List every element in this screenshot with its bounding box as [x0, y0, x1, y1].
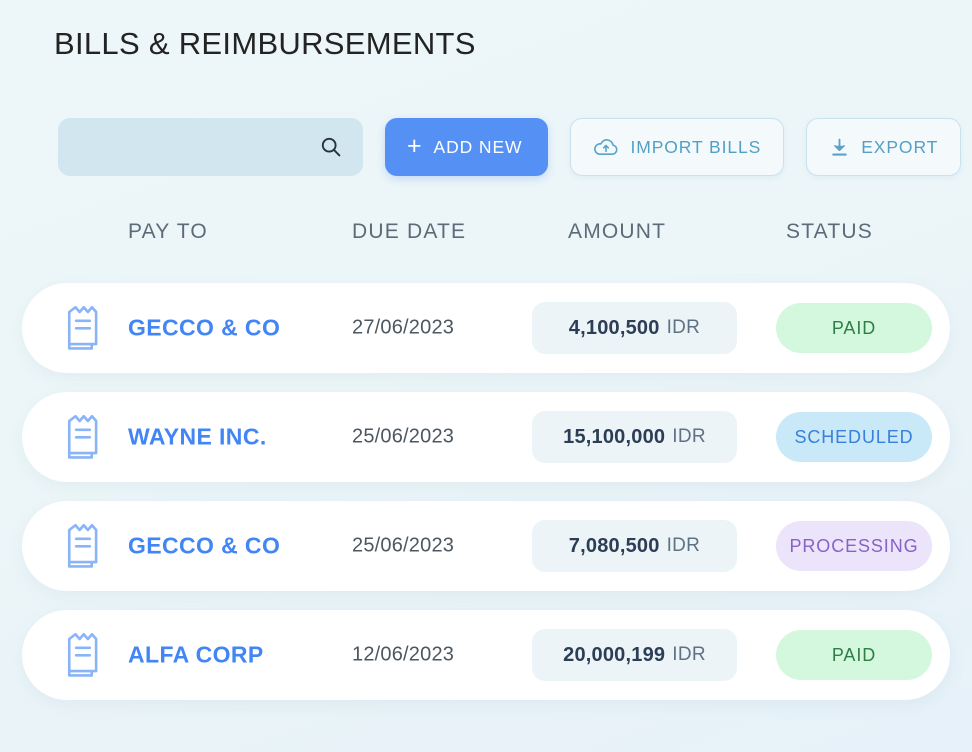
status-badge[interactable]: PROCESSING [776, 521, 932, 571]
status-badge[interactable]: SCHEDULED [776, 412, 932, 462]
search-input[interactable] [76, 118, 319, 176]
receipt-icon [61, 303, 105, 353]
import-bills-label: IMPORT BILLS [630, 136, 762, 157]
cloud-upload-icon [593, 137, 619, 157]
import-bills-button[interactable]: IMPORT BILLS [570, 118, 785, 176]
plus-icon: + [407, 131, 423, 160]
export-label: EXPORT [861, 136, 939, 157]
amount-currency: IDR [672, 644, 706, 665]
bills-page: BILLS & REIMBURSEMENTS + ADD NEW IMPORT … [0, 0, 972, 752]
column-headers: PAY TO DUE DATE AMOUNT STATUS [0, 220, 972, 260]
download-icon [829, 137, 850, 158]
pay-to-link[interactable]: GECCO & CO [128, 533, 280, 560]
bills-table: GECCO & CO 27/06/2023 4,100,500 IDR PAID WAY… [22, 283, 950, 719]
amount-value: 4,100,500 [568, 316, 660, 339]
search-icon[interactable] [319, 135, 343, 159]
due-date-value: 25/06/2023 [352, 534, 455, 557]
pay-to-link[interactable]: ALFA CORP [128, 642, 264, 669]
due-date-value: 25/06/2023 [352, 425, 455, 448]
amount-chip: 7,080,500 IDR [532, 520, 737, 572]
table-row[interactable]: WAYNE INC. 25/06/2023 15,100,000 IDR SCHEDUL… [22, 392, 950, 482]
amount-chip: 4,100,500 IDR [532, 302, 737, 354]
page-title: BILLS & REIMBURSEMENTS [54, 26, 476, 61]
table-row[interactable]: ALFA CORP 12/06/2023 20,000,199 IDR PAID [22, 610, 950, 700]
column-header-amount: AMOUNT [568, 220, 667, 243]
add-new-button[interactable]: + ADD NEW [385, 118, 549, 176]
receipt-icon [61, 521, 105, 571]
search-box[interactable] [58, 118, 363, 176]
pay-to-link[interactable]: GECCO & CO [128, 315, 280, 342]
amount-chip: 20,000,199 IDR [532, 629, 737, 681]
column-header-due-date: DUE DATE [352, 220, 467, 243]
amount-chip: 15,100,000 IDR [532, 411, 737, 463]
amount-value: 20,000,199 [563, 643, 666, 666]
receipt-icon [61, 412, 105, 462]
status-badge[interactable]: PAID [776, 303, 932, 353]
column-header-status: STATUS [786, 220, 873, 243]
receipt-icon [61, 630, 105, 680]
add-new-label: ADD NEW [433, 136, 523, 157]
due-date-value: 27/06/2023 [352, 316, 455, 339]
export-button[interactable]: EXPORT [806, 118, 962, 176]
amount-currency: IDR [672, 426, 706, 447]
amount-currency: IDR [666, 535, 701, 556]
table-row[interactable]: GECCO & CO 25/06/2023 7,080,500 IDR PROCESSI… [22, 501, 950, 591]
pay-to-link[interactable]: WAYNE INC. [128, 424, 267, 451]
amount-value: 15,100,000 [563, 425, 666, 448]
table-row[interactable]: GECCO & CO 27/06/2023 4,100,500 IDR PAID [22, 283, 950, 373]
amount-currency: IDR [666, 317, 701, 338]
status-badge[interactable]: PAID [776, 630, 932, 680]
amount-value: 7,080,500 [568, 534, 660, 557]
due-date-value: 12/06/2023 [352, 643, 455, 666]
toolbar: + ADD NEW IMPORT BILLS EXPORT [58, 117, 962, 177]
column-header-pay-to: PAY TO [128, 220, 208, 243]
